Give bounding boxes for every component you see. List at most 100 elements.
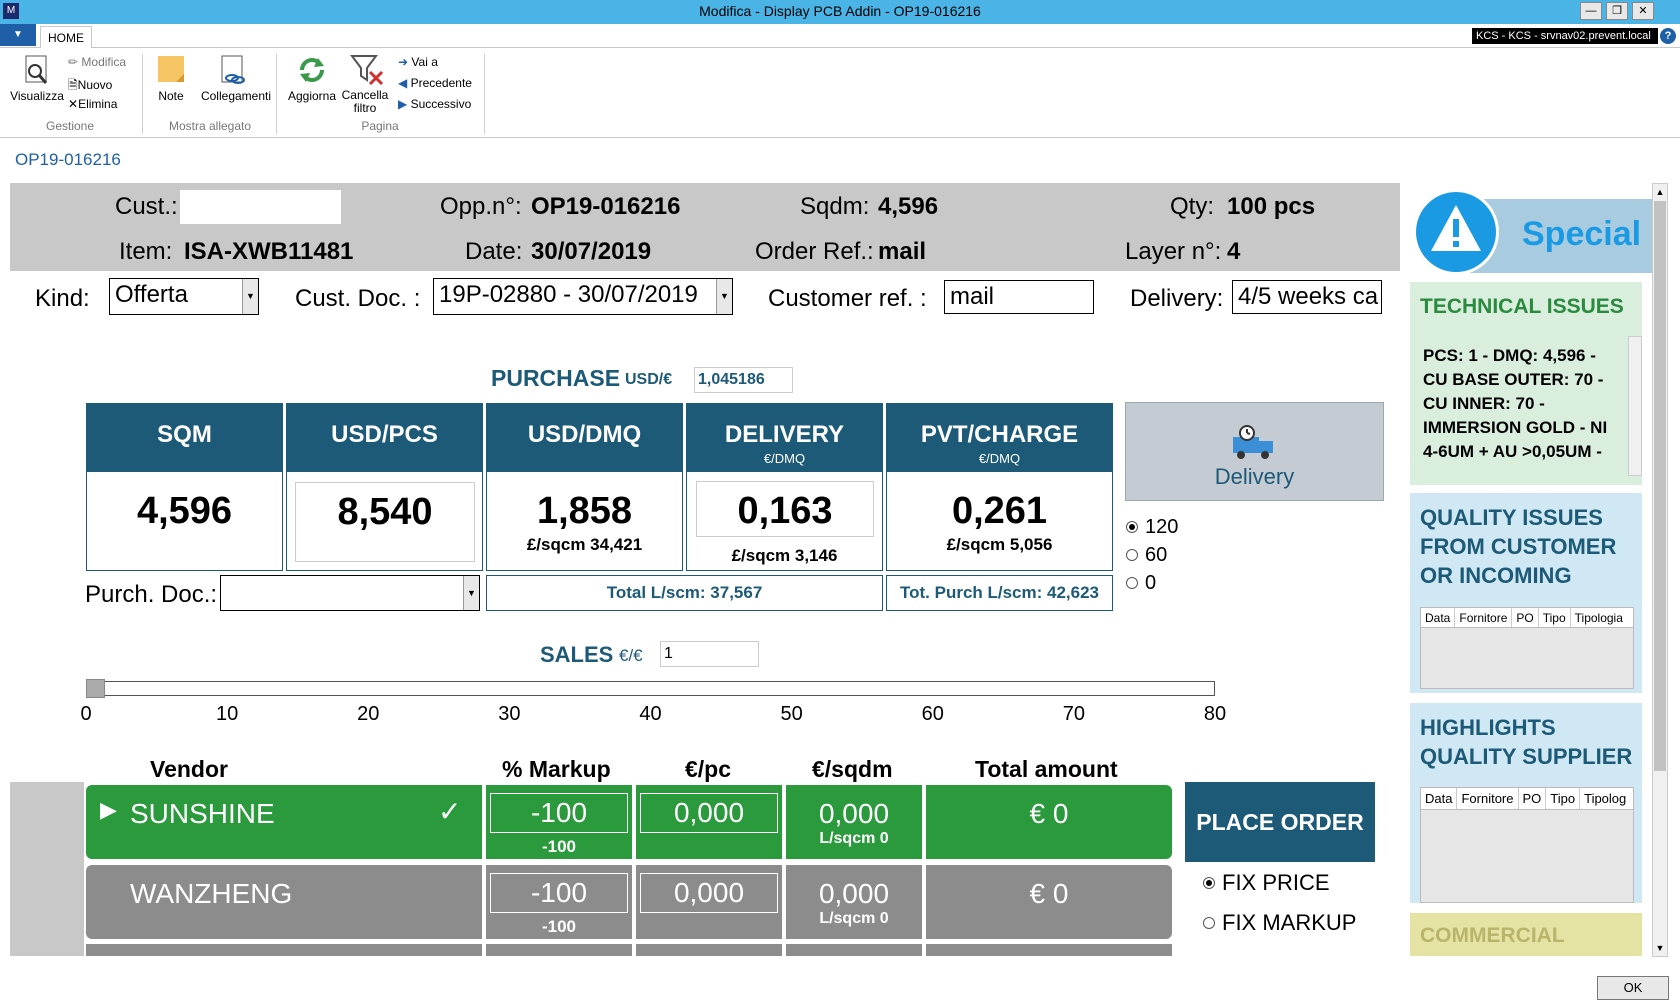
minimize-button[interactable]: — (1580, 2, 1602, 20)
table-header: Tipologia (1574, 611, 1623, 625)
group-gestione-label: Gestione (45, 119, 95, 133)
x-icon: ✕ (68, 97, 79, 111)
quality-title-line: QUALITY ISSUES (1420, 505, 1603, 530)
place-order-button[interactable]: PLACE ORDER (1185, 782, 1375, 862)
delivery-label: Delivery: (1130, 285, 1224, 312)
chevron-down-icon[interactable]: ▼ (716, 279, 732, 314)
vendor-row-partial (786, 944, 922, 956)
highlights-table[interactable]: Data Fornitore PO Tipo Tipolog (1420, 787, 1634, 903)
sales-rate-input[interactable]: 1 (660, 641, 759, 667)
highlights-panel: HIGHLIGHTS QUALITY SUPPLIER Data Fornito… (1410, 703, 1642, 903)
cancella-filtro-button[interactable]: Cancella filtro (340, 89, 390, 115)
eur-pc-input[interactable]: 0,000 (640, 873, 778, 913)
layer-value: 4 (1227, 238, 1241, 265)
usd-pcs-input[interactable]: 8,540 (295, 482, 475, 562)
fix-price-radio[interactable] (1203, 877, 1215, 889)
slider-tick-label: 60 (921, 703, 944, 725)
aggiorna-button[interactable]: Aggiorna (284, 89, 340, 103)
table-header-row: Data Fornitore PO Tipo Tipolog (1421, 788, 1633, 810)
eur-pc-header: €/pc (685, 756, 732, 782)
technical-issues-panel: TECHNICAL ISSUES PCS: 1 - DMQ: 4,596 - C… (1410, 282, 1642, 485)
quality-title-line: FROM CUSTOMER (1420, 534, 1617, 559)
custref-input[interactable]: mail (944, 280, 1094, 314)
technical-scrollbar[interactable] (1628, 336, 1642, 476)
triangle-right-icon: ▶ (398, 97, 408, 111)
chevron-down-icon[interactable]: ▼ (463, 576, 479, 610)
markup-input[interactable]: -100 (490, 873, 628, 913)
slider-tick-label: 50 (780, 703, 803, 725)
slider-tick-label: 0 (80, 703, 92, 725)
kind-select[interactable]: Offerta (109, 278, 259, 315)
ok-button[interactable]: OK (1597, 976, 1669, 1000)
scrollbar-thumb[interactable] (1654, 201, 1666, 771)
vendor-row-sunshine[interactable]: ▶ SUNSHINE ✓ (86, 785, 482, 859)
server-label: KCS - KCS - srvnav02.prevent.local (1472, 28, 1658, 44)
visualizza-icon (20, 54, 54, 90)
help-icon[interactable]: ? (1660, 28, 1676, 44)
truck-icon (1126, 425, 1383, 464)
delivery-button-label: Delivery (1214, 464, 1295, 489)
delivery-option-120: 120 (1145, 516, 1179, 538)
successivo-label: Successivo (410, 97, 472, 111)
elimina-button[interactable]: ✕Elimina (68, 97, 117, 111)
refresh-icon (296, 54, 328, 86)
nuovo-button[interactable]: 🗎Nuovo (68, 76, 112, 97)
total-cell: € 0 (926, 785, 1172, 859)
usd-dmq-cell: 1,858 £/sqcm 34,421 (486, 471, 683, 571)
scroll-down-icon[interactable]: ▼ (1652, 940, 1668, 956)
delivery-radio-120[interactable] (1126, 521, 1138, 533)
visualizza-button[interactable]: Visualizza (6, 89, 68, 103)
purchdoc-select[interactable] (220, 575, 480, 611)
purchase-rate-input[interactable]: 1,045186 (694, 367, 793, 393)
markup-input[interactable]: -100 (490, 793, 628, 833)
table-header: Tipo (1539, 608, 1571, 627)
delivery-radio-0[interactable] (1126, 577, 1138, 589)
row-expand-icon[interactable]: ▶ (100, 797, 117, 823)
custdoc-select[interactable]: 19P-02880 - 30/07/2019 (433, 278, 733, 315)
successivo-button[interactable]: ▶ Successivo (398, 97, 471, 111)
cust-field[interactable] (180, 190, 341, 224)
delivery-value-input[interactable]: 0,163 (696, 481, 874, 537)
file-menu-button[interactable]: ▼ (0, 24, 36, 46)
delivery-input[interactable]: 4/5 weeks ca (1232, 280, 1382, 314)
usd-dmq-foot: £/sqcm 34,421 (526, 535, 643, 554)
purchdoc-label: Purch. Doc.: (85, 581, 218, 608)
pvt-charge-cell: 0,261 £/sqcm 5,056 (886, 471, 1113, 571)
slider-tick-label: 10 (216, 703, 239, 725)
row-header-column (10, 782, 84, 956)
delivery-radio-60[interactable] (1126, 549, 1138, 561)
modifica-button[interactable]: ✏ Modifica (68, 55, 126, 69)
cancella-label: Cancella (341, 88, 389, 102)
vai-a-button[interactable]: ➜ Vai a (398, 55, 438, 69)
note-button[interactable]: Note (150, 89, 192, 103)
collegamenti-button[interactable]: Collegamenti (196, 89, 276, 103)
scroll-up-icon[interactable]: ▲ (1653, 184, 1667, 200)
vendor-row-wanzheng[interactable]: WANZHENG (86, 865, 482, 939)
special-label: Special (1522, 215, 1642, 253)
highlights-title-line: HIGHLIGHTS (1420, 715, 1556, 740)
restore-button[interactable]: ❐ (1606, 2, 1628, 20)
eur-pc-input[interactable]: 0,000 (640, 793, 778, 833)
eur-sqdm-value: 0,000 (818, 798, 890, 829)
markup-slider-track[interactable] (86, 681, 1215, 696)
qty-value: 100 pcs (1227, 193, 1316, 220)
delivery-button[interactable]: Delivery (1125, 402, 1384, 501)
precedente-button[interactable]: ◀ Precedente (398, 76, 472, 90)
ribbon-separator (142, 54, 143, 134)
special-banner: Special (1410, 183, 1655, 275)
total-value: € 0 (1029, 798, 1069, 829)
main-scrollbar[interactable]: ▲ (1652, 183, 1668, 957)
slider-tick-label: 20 (357, 703, 380, 725)
quality-issues-table[interactable]: Data Fornitore PO Tipo Tipologia (1420, 607, 1634, 689)
precedente-label: Precedente (410, 76, 472, 90)
col-title: USD/DMQ (527, 421, 642, 448)
nuovo-label: Nuovo (77, 78, 113, 92)
breadcrumb[interactable]: OP19-016216 (15, 150, 121, 170)
close-button[interactable]: ✕ (1632, 2, 1654, 20)
tab-home[interactable]: HOME (40, 26, 92, 49)
table-header: PO (1512, 608, 1539, 627)
window-title: Modifica - Display PCB Addin - OP19-0162… (699, 3, 981, 19)
markup-slider-thumb[interactable] (86, 679, 105, 698)
fix-markup-radio[interactable] (1203, 917, 1215, 929)
chevron-down-icon[interactable]: ▼ (242, 279, 258, 314)
